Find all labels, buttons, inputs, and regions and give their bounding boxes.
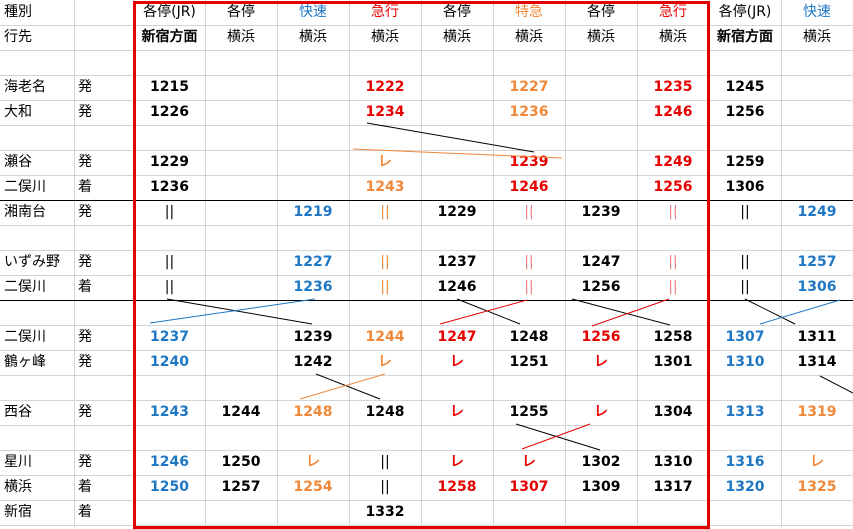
passing-connector-line	[299, 373, 386, 400]
passing-connector-line	[149, 298, 316, 324]
passing-lines-overlay	[149, 122, 853, 451]
passing-connector-line	[456, 298, 521, 325]
passing-connector-line	[819, 375, 853, 394]
passing-connector-line	[315, 373, 381, 400]
passing-connector-line	[366, 122, 535, 153]
passing-connector-line	[744, 298, 796, 325]
passing-connector-line	[439, 299, 528, 325]
passing-connector-line	[352, 148, 563, 159]
timetable-sheet: 種別 行先 各停(JR) 各停 快速 急行 各停 特急 各停 急行 各停(JR) 快速 新宿方面 横浜 横浜…	[0, 0, 853, 529]
passing-connector-line	[521, 423, 591, 450]
passing-connector-line	[571, 298, 671, 326]
